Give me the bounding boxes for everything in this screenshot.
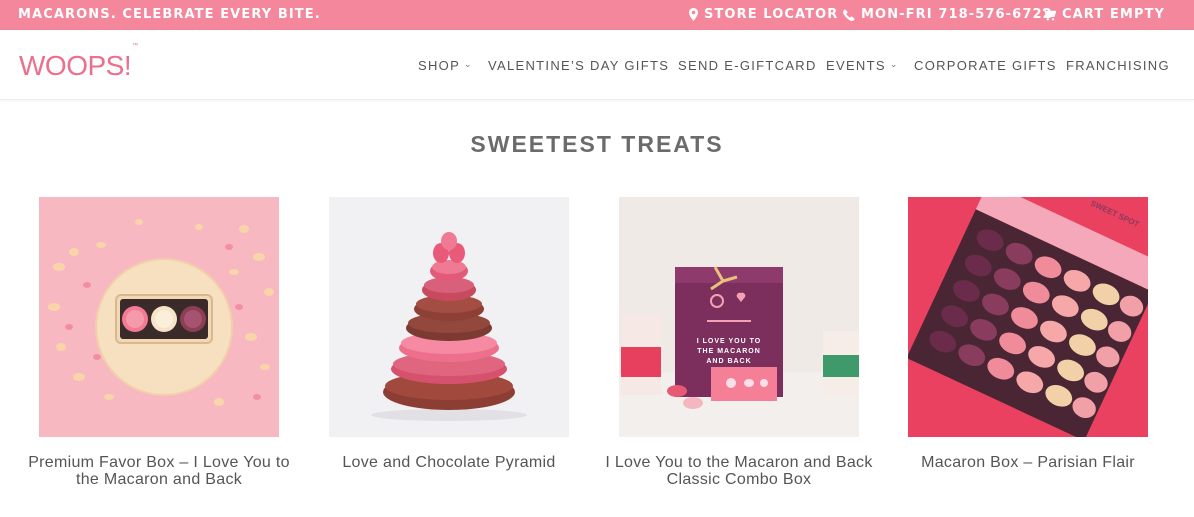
- nav-corporate-gifts[interactable]: CORPORATE GIFTS: [914, 58, 1057, 73]
- phone-icon: [843, 8, 855, 21]
- nav-valentines-label: VALENTINE’S DAY GIFTS: [488, 58, 670, 73]
- section-title: SWEETEST TREATS: [470, 131, 724, 157]
- nav-events[interactable]: EVENTS ⌄: [826, 58, 899, 73]
- logo-text: WOOPS!: [19, 50, 132, 81]
- logo-trademark: ™: [132, 42, 139, 49]
- product-title[interactable]: I Love You to the Macaron and Back Class…: [599, 454, 879, 488]
- site-header: WOOPS!™ SHOP ⌄ VALENTINE’S DAY GIFTS SEN…: [0, 30, 1194, 100]
- product-image-chocolate-pyramid[interactable]: [329, 197, 569, 437]
- nav-shop[interactable]: SHOP ⌄: [418, 58, 473, 73]
- tagline: MACARONS. CELEBRATE EVERY BITE.: [18, 7, 321, 22]
- nav-corporate-label: CORPORATE GIFTS: [914, 58, 1057, 73]
- product-image-combo-box[interactable]: I LOVE YOU TO THE MACARON AND BACK: [619, 197, 859, 437]
- nav-shop-label: SHOP: [418, 58, 461, 73]
- chevron-down-icon: ⌄: [464, 59, 473, 69]
- cart-label: CART EMPTY: [1062, 7, 1166, 22]
- nav-send-egiftcard[interactable]: SEND E-GIFTCARD: [678, 58, 817, 73]
- cart-icon: [1043, 8, 1056, 21]
- box-message-text: I LOVE YOU TO THE MACARON AND BACK: [697, 338, 761, 365]
- store-locator-link[interactable]: STORE LOCATOR: [689, 7, 838, 22]
- product-card[interactable]: SWEET SPOT Macaron Box – Parisian Flair: [908, 197, 1148, 471]
- product-title[interactable]: Premium Favor Box – I Love You to the Ma…: [19, 454, 299, 488]
- product-card[interactable]: Love and Chocolate Pyramid: [329, 197, 569, 471]
- product-title[interactable]: Macaron Box – Parisian Flair: [888, 454, 1168, 471]
- nav-egiftcard-label: SEND E-GIFTCARD: [678, 58, 817, 73]
- phone-link[interactable]: MON-FRI 718-576-6722: [843, 7, 1053, 22]
- nav-franchising-label: FRANCHISING: [1066, 58, 1170, 73]
- product-image-favor-box[interactable]: [39, 197, 279, 437]
- product-title[interactable]: Love and Chocolate Pyramid: [309, 454, 589, 471]
- nav-franchising[interactable]: FRANCHISING: [1066, 58, 1170, 73]
- top-promo-bar: MACARONS. CELEBRATE EVERY BITE. STORE LO…: [0, 0, 1194, 30]
- map-marker-icon: [689, 8, 698, 21]
- product-card[interactable]: Premium Favor Box – I Love You to the Ma…: [28, 197, 289, 488]
- nav-events-label: EVENTS: [826, 58, 886, 73]
- product-image-parisian-flair[interactable]: SWEET SPOT: [908, 197, 1148, 437]
- woops-logo[interactable]: WOOPS!™: [19, 43, 138, 82]
- store-locator-label: STORE LOCATOR: [704, 7, 839, 22]
- chevron-down-icon: ⌄: [889, 59, 899, 69]
- phone-label: MON-FRI 718-576-6722: [861, 7, 1053, 22]
- nav-valentines-day-gifts[interactable]: VALENTINE’S DAY GIFTS: [488, 58, 669, 73]
- product-card[interactable]: I LOVE YOU TO THE MACARON AND BACK I Love …: [605, 197, 872, 488]
- cart-link[interactable]: CART EMPTY: [1043, 7, 1165, 22]
